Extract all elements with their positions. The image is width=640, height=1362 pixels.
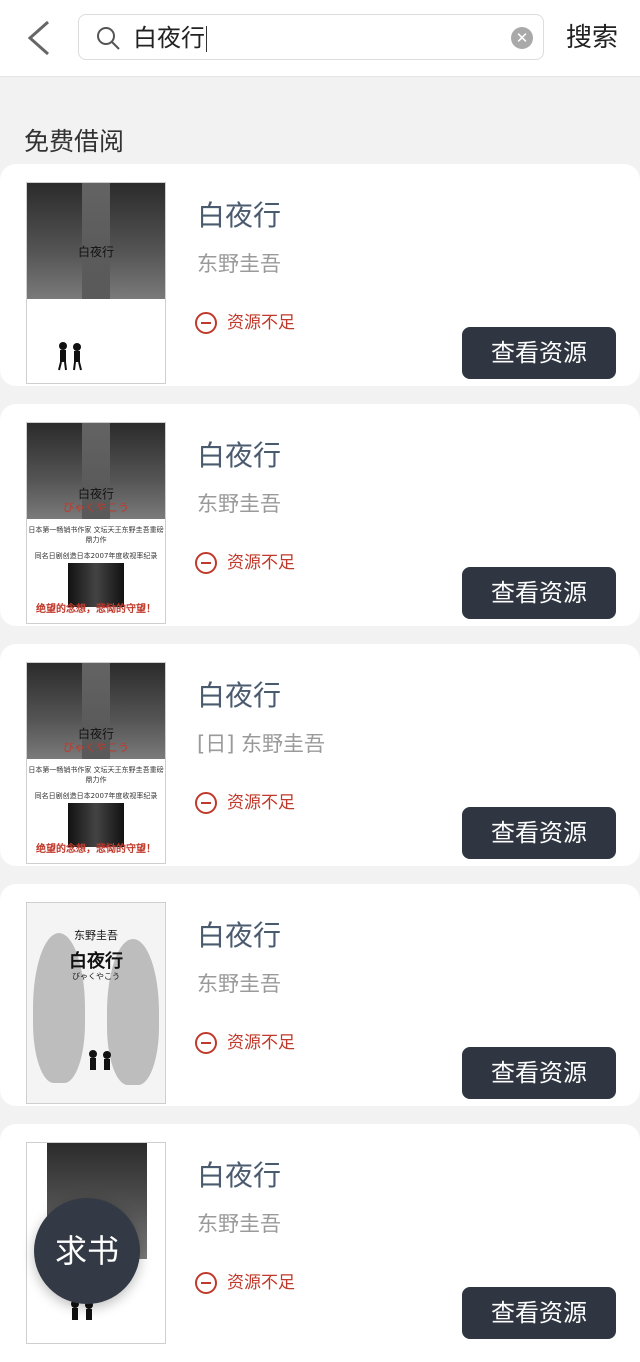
cover-kana: びゃくやこう [72, 972, 120, 981]
cover-slogan: 绝望的念想，悲恸的守望！ [36, 604, 156, 615]
status-badge: 资源不足 [195, 792, 295, 814]
book-title[interactable]: 白夜行 [197, 674, 281, 714]
cover-slogan: 绝望的念想，悲恸的守望！ [36, 844, 156, 855]
cover-tagline: 日本第一畅销书作家 文坛天王东野圭吾重磅鼎力作 [27, 525, 165, 545]
minus-circle-icon [195, 792, 217, 814]
cover-author: 东野圭吾 [74, 929, 118, 942]
book-card[interactable]: 白夜行 びゃくやこう 日本第一畅销书作家 文坛天王东野圭吾重磅鼎力作 同名日剧创… [0, 404, 640, 626]
cover-title: 白夜行 [77, 245, 114, 259]
view-resource-button[interactable]: 查看资源 [462, 1047, 616, 1099]
minus-circle-icon [195, 552, 217, 574]
search-button[interactable]: 搜索 [566, 18, 618, 58]
section-title: 免费借阅 [24, 127, 125, 156]
search-icon [97, 27, 120, 50]
book-title[interactable]: 白夜行 [197, 194, 281, 234]
book-title[interactable]: 白夜行 [197, 434, 281, 474]
minus-circle-icon [195, 1272, 217, 1294]
book-author: 东野圭吾 [197, 252, 281, 276]
cover-tagline: 日本第一畅销书作家 文坛天王东野圭吾重磅鼎力作 [27, 765, 165, 785]
book-card[interactable]: 白夜行 白夜行 东野圭吾 资源不足 查看资源 [0, 164, 640, 386]
status-badge: 资源不足 [195, 552, 295, 574]
book-cover[interactable]: 东野圭吾 白夜行 びゃくやこう [26, 902, 166, 1104]
view-resource-button[interactable]: 查看资源 [462, 567, 616, 619]
cover-caption: 同名日剧创造日本2007年度收视率纪录 [27, 551, 165, 561]
book-cover[interactable]: 白夜行 びゃくやこう 日本第一畅销书作家 文坛天王东野圭吾重磅鼎力作 同名日剧创… [26, 662, 166, 864]
top-bar: 白夜行 ✕ 搜索 [0, 0, 640, 77]
children-silhouette-icon [58, 342, 82, 371]
cover-kana: びゃくやこう [63, 501, 129, 514]
book-author: [日] 东野圭吾 [197, 732, 326, 756]
book-cover[interactable]: 白夜行 びゃくやこう 日本第一畅销书作家 文坛天王东野圭吾重磅鼎力作 同名日剧创… [26, 422, 166, 624]
view-resource-button[interactable]: 查看资源 [462, 807, 616, 859]
cover-kana: びゃくやこう [63, 741, 129, 754]
clear-icon[interactable]: ✕ [511, 27, 533, 49]
cover-title: 白夜行 [69, 951, 123, 972]
book-card[interactable]: 东野圭吾 白夜行 びゃくやこう 白夜行 东野圭吾 资源不足 查看资源 [0, 884, 640, 1106]
back-arrow-icon[interactable] [22, 18, 58, 58]
minus-circle-icon [195, 312, 217, 334]
book-card[interactable]: 白夜行 びゃくやこう 日本第一畅销书作家 文坛天王东野圭吾重磅鼎力作 同名日剧创… [0, 644, 640, 866]
status-badge: 资源不足 [195, 312, 295, 334]
book-cover[interactable]: 白夜行 [26, 182, 166, 384]
request-book-button[interactable]: 求书 [34, 1198, 140, 1304]
status-badge: 资源不足 [195, 1032, 295, 1054]
book-title[interactable]: 白夜行 [197, 1154, 281, 1194]
book-author: 东野圭吾 [197, 972, 281, 996]
search-value[interactable]: 白夜行 [133, 23, 207, 53]
book-author: 东野圭吾 [197, 1212, 281, 1236]
cover-caption: 同名日剧创造日本2007年度收视率纪录 [27, 791, 165, 801]
book-title[interactable]: 白夜行 [197, 914, 281, 954]
view-resource-button[interactable]: 查看资源 [462, 327, 616, 379]
book-author: 东野圭吾 [197, 492, 281, 516]
children-silhouette-icon [89, 1050, 111, 1070]
minus-circle-icon [195, 1032, 217, 1054]
view-resource-button[interactable]: 查看资源 [462, 1287, 616, 1339]
text-caret [206, 26, 207, 52]
status-badge: 资源不足 [195, 1272, 295, 1294]
search-input[interactable]: 白夜行 ✕ [78, 14, 544, 60]
